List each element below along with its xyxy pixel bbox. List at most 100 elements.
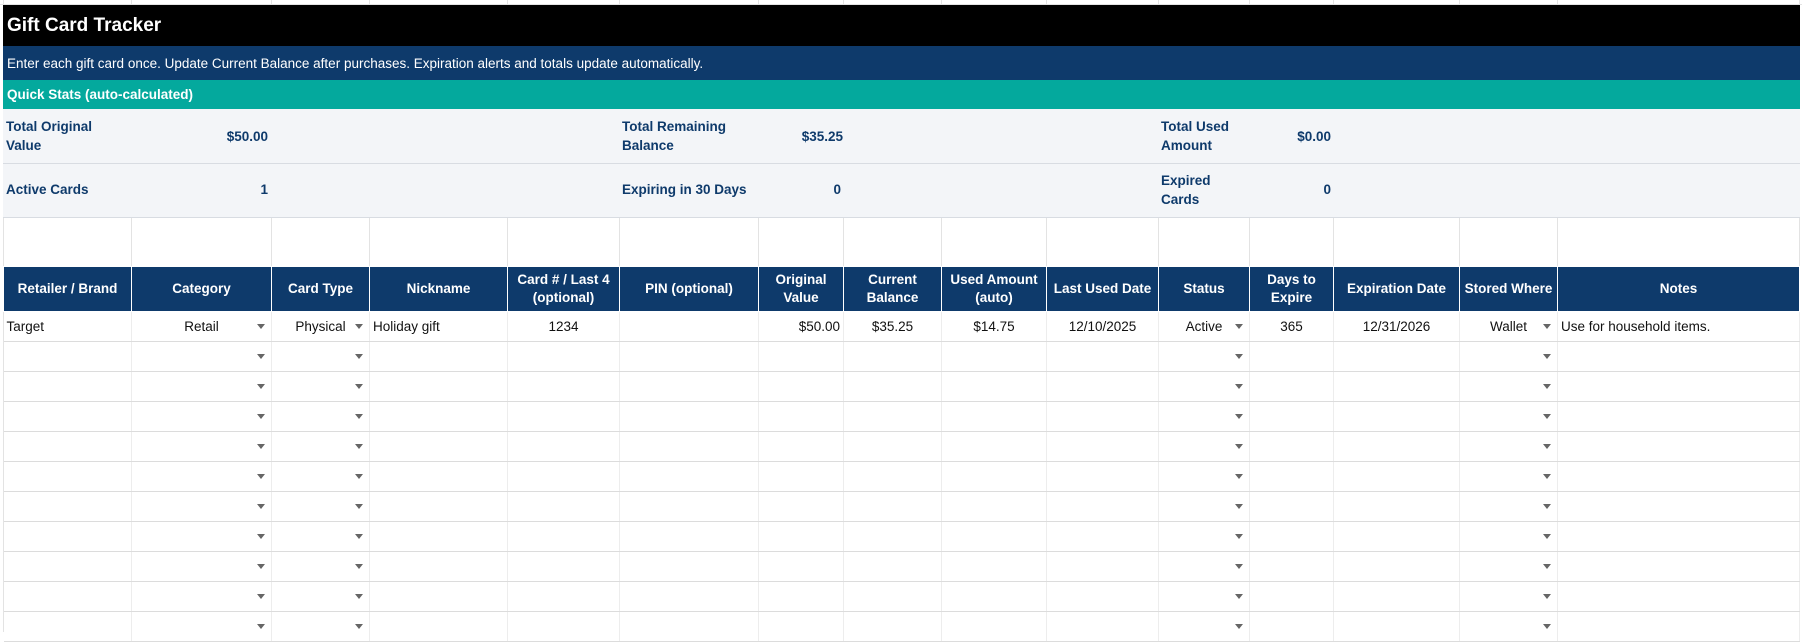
cell-status[interactable] (1158, 461, 1250, 492)
chevron-down-icon[interactable] (257, 594, 265, 599)
cell-status[interactable] (1158, 341, 1250, 372)
cell-current-balance[interactable] (843, 401, 942, 432)
cell-current-balance[interactable] (843, 461, 942, 492)
cell-original-value[interactable] (758, 371, 844, 402)
chevron-down-icon[interactable] (257, 324, 265, 329)
cell-retailer[interactable] (3, 461, 132, 492)
chevron-down-icon[interactable] (355, 324, 363, 329)
cell-notes[interactable] (1557, 461, 1800, 492)
cell-days-to-expire[interactable] (1249, 461, 1334, 492)
cell-card-last4[interactable] (507, 551, 620, 582)
chevron-down-icon[interactable] (257, 384, 265, 389)
cell-days-to-expire[interactable] (1249, 371, 1334, 402)
cell-used-amount[interactable] (941, 371, 1047, 402)
cell-pin[interactable] (619, 551, 759, 582)
cell-card-last4[interactable] (507, 491, 620, 522)
expired-value[interactable]: 0 (1233, 180, 1331, 199)
cell-original-value[interactable]: $50.00 (758, 311, 844, 342)
chevron-down-icon[interactable] (257, 414, 265, 419)
cell-card-type[interactable] (271, 521, 370, 552)
cell-stored-where[interactable] (1459, 371, 1558, 402)
cell-notes[interactable] (1557, 551, 1800, 582)
chevron-down-icon[interactable] (1235, 534, 1243, 539)
cell-card-last4[interactable] (507, 581, 620, 612)
cell-card-type[interactable] (271, 371, 370, 402)
chevron-down-icon[interactable] (1543, 504, 1551, 509)
chevron-down-icon[interactable] (355, 384, 363, 389)
cell-status[interactable] (1158, 431, 1250, 462)
cell-stored-where[interactable] (1459, 431, 1558, 462)
cell-current-balance[interactable] (843, 581, 942, 612)
col-header-card-last4[interactable]: Card # / Last 4 (optional) (507, 266, 620, 312)
chevron-down-icon[interactable] (1235, 564, 1243, 569)
cell-current-balance[interactable] (843, 491, 942, 522)
cell-used-amount[interactable] (941, 461, 1047, 492)
chevron-down-icon[interactable] (355, 414, 363, 419)
chevron-down-icon[interactable] (257, 534, 265, 539)
cell-last-used-date[interactable] (1046, 491, 1159, 522)
cell-status[interactable] (1158, 371, 1250, 402)
cell-expiration-date[interactable] (1333, 581, 1460, 612)
cell-stored-where[interactable] (1459, 611, 1558, 642)
cell-original-value[interactable] (758, 521, 844, 552)
cell-pin[interactable] (619, 401, 759, 432)
cell-original-value[interactable] (758, 611, 844, 642)
cell-pin[interactable] (619, 581, 759, 612)
chevron-down-icon[interactable] (257, 624, 265, 629)
cell-nickname[interactable] (369, 491, 508, 522)
cell-retailer[interactable] (3, 431, 132, 462)
col-header-days-to-expire[interactable]: Days to Expire (1249, 266, 1334, 312)
cell-retailer[interactable] (3, 371, 132, 402)
cell-card-type[interactable] (271, 401, 370, 432)
cell-last-used-date[interactable] (1046, 341, 1159, 372)
cell-last-used-date[interactable]: 12/10/2025 (1046, 311, 1159, 342)
cell-days-to-expire[interactable] (1249, 611, 1334, 642)
chevron-down-icon[interactable] (355, 444, 363, 449)
cell-original-value[interactable] (758, 341, 844, 372)
cell-expiration-date[interactable]: 12/31/2026 (1333, 311, 1460, 342)
chevron-down-icon[interactable] (1543, 384, 1551, 389)
cell-retailer[interactable] (3, 581, 132, 612)
col-header-current-balance[interactable]: Current Balance (843, 266, 942, 312)
cell-card-last4[interactable] (507, 401, 620, 432)
col-header-expiration-date[interactable]: Expiration Date (1333, 266, 1460, 312)
cell-last-used-date[interactable] (1046, 371, 1159, 402)
cell-expiration-date[interactable] (1333, 341, 1460, 372)
cell-stored-where[interactable] (1459, 461, 1558, 492)
cell-pin[interactable] (619, 491, 759, 522)
chevron-down-icon[interactable] (1543, 444, 1551, 449)
cell-notes[interactable] (1557, 371, 1800, 402)
col-header-retailer[interactable]: Retailer / Brand (3, 266, 132, 312)
cell-last-used-date[interactable] (1046, 521, 1159, 552)
col-header-category[interactable]: Category (131, 266, 272, 312)
total-original-value[interactable]: $50.00 (153, 127, 268, 146)
chevron-down-icon[interactable] (355, 564, 363, 569)
cell-retailer[interactable] (3, 551, 132, 582)
col-header-stored-where[interactable]: Stored Where (1459, 266, 1558, 312)
chevron-down-icon[interactable] (1235, 504, 1243, 509)
chevron-down-icon[interactable] (1235, 414, 1243, 419)
cell-card-type[interactable] (271, 431, 370, 462)
col-header-pin[interactable]: PIN (optional) (619, 266, 759, 312)
cell-stored-where[interactable] (1459, 551, 1558, 582)
cell-last-used-date[interactable] (1046, 611, 1159, 642)
cell-nickname[interactable] (369, 431, 508, 462)
cell-days-to-expire[interactable] (1249, 431, 1334, 462)
cell-pin[interactable] (619, 611, 759, 642)
cell-used-amount[interactable] (941, 551, 1047, 582)
cell-original-value[interactable] (758, 401, 844, 432)
cell-used-amount[interactable] (941, 341, 1047, 372)
col-header-status[interactable]: Status (1158, 266, 1250, 312)
cell-nickname[interactable] (369, 401, 508, 432)
cell-status[interactable] (1158, 521, 1250, 552)
cell-category[interactable] (131, 461, 272, 492)
cell-original-value[interactable] (758, 581, 844, 612)
cell-category[interactable] (131, 581, 272, 612)
cell-nickname[interactable] (369, 371, 508, 402)
cell-retailer[interactable] (3, 341, 132, 372)
cell-retailer[interactable] (3, 521, 132, 552)
chevron-down-icon[interactable] (1235, 444, 1243, 449)
cell-used-amount[interactable] (941, 581, 1047, 612)
active-cards-value[interactable]: 1 (153, 180, 268, 199)
cell-current-balance[interactable] (843, 551, 942, 582)
